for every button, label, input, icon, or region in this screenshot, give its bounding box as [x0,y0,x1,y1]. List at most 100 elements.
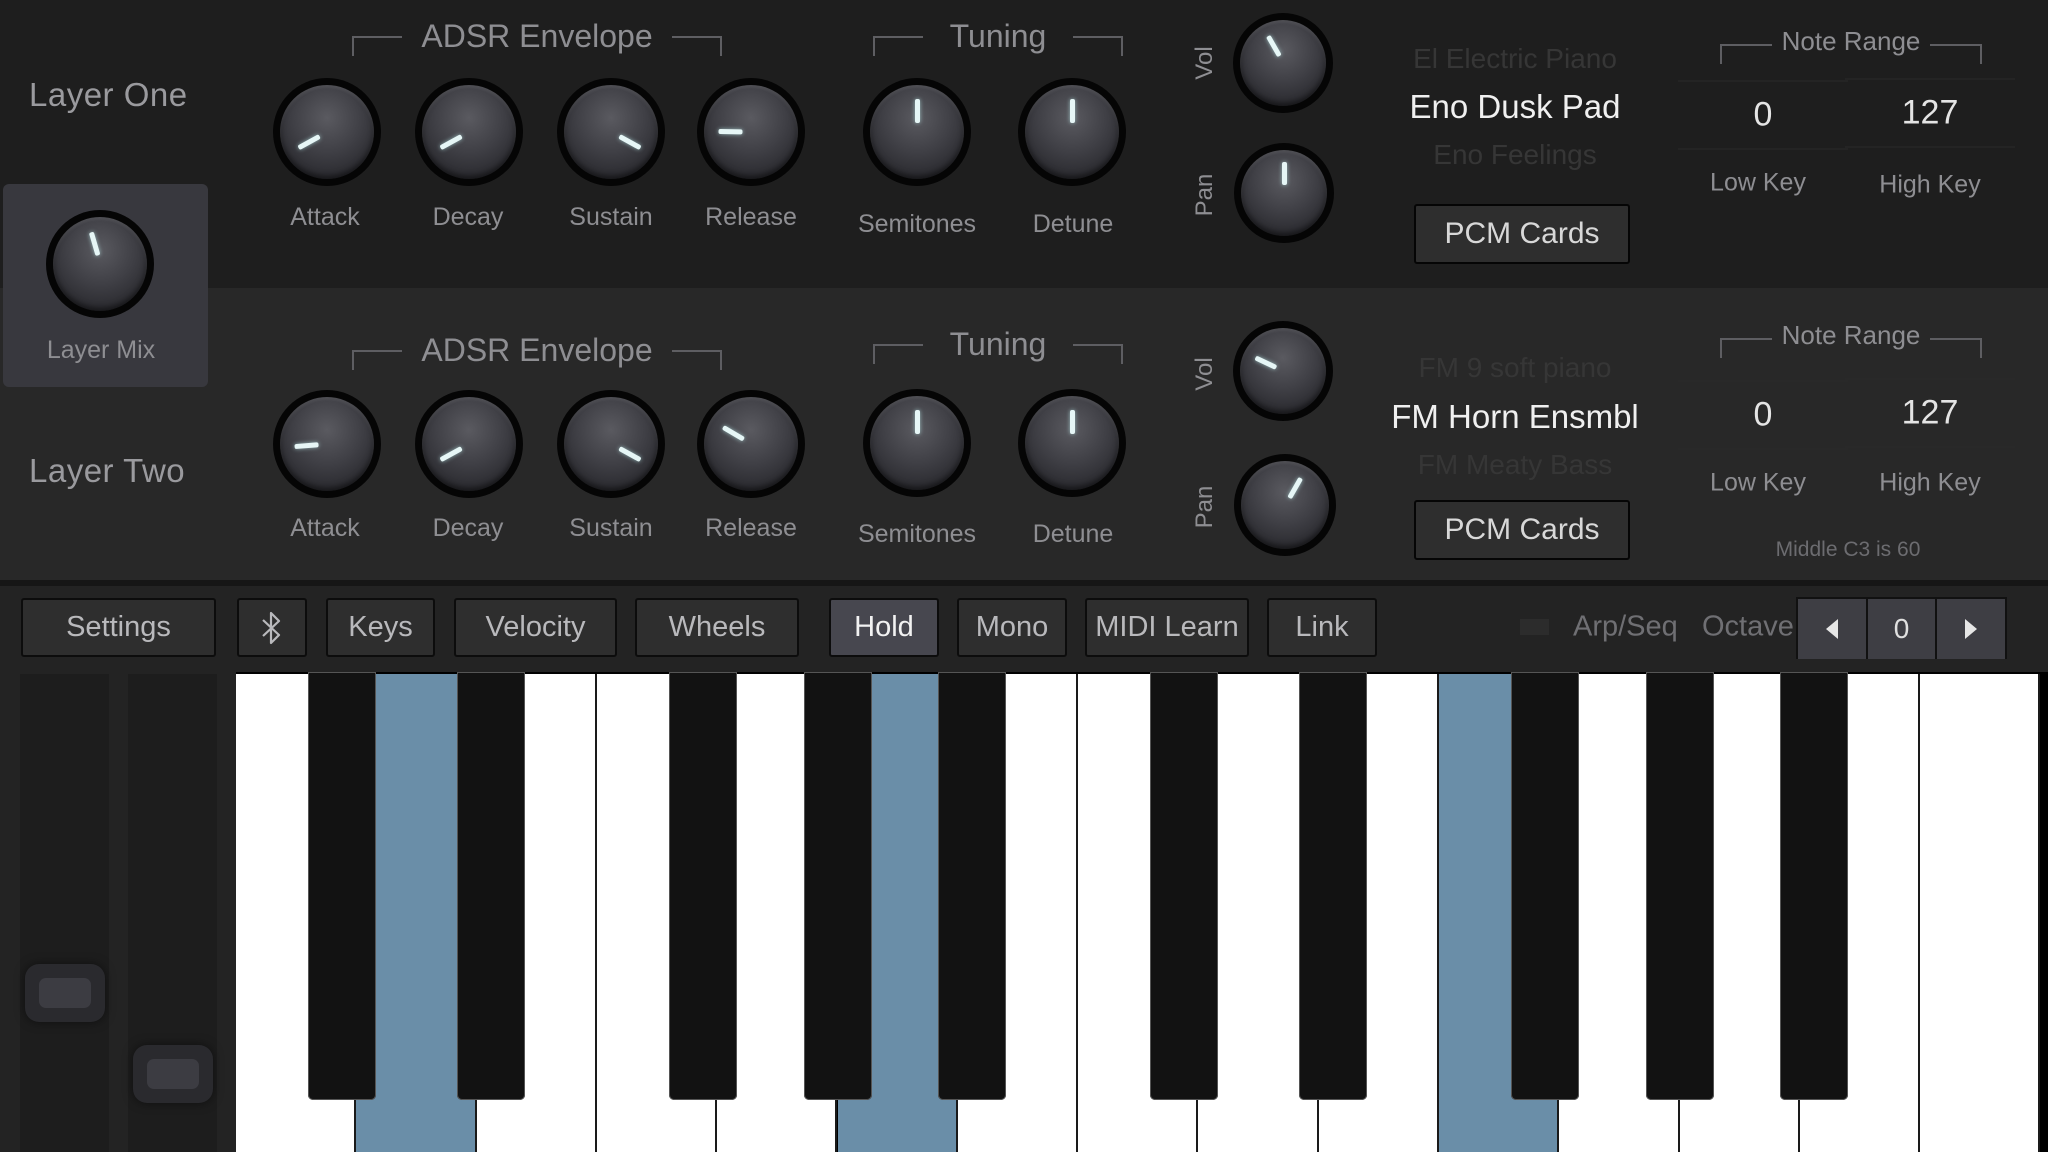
layer-one-release-knob[interactable] [697,78,805,186]
arp-seq-label[interactable]: Arp/Seq [1573,611,1678,644]
layer-one-semitones-knob[interactable] [863,78,971,186]
mod-wheel[interactable] [128,674,217,1152]
layer-two-decay-knob[interactable] [415,390,523,498]
bracket-right [1073,344,1123,364]
triangle-right-icon [1965,619,1977,639]
layer-one-adsr-group: ADSR Envelope [352,18,722,58]
knob-cap [422,397,516,491]
high-key-label: High Key [1879,468,1981,497]
sustain-label: Sustain [569,514,653,542]
white-key-c[interactable] [1920,674,2041,1152]
black-key-a-sharp[interactable] [1779,672,1848,1100]
black-key-d-sharp[interactable] [1298,672,1367,1100]
attack-label: Attack [290,514,360,542]
layer-two-detune-knob[interactable] [1018,389,1126,497]
release-label: Release [705,514,797,542]
attack-label: Attack [290,203,360,231]
layer-one-pcm-cards-button[interactable]: PCM Cards [1414,204,1630,264]
layer-one-decay-knob[interactable] [415,78,523,186]
layer-two-release-knob[interactable] [697,390,805,498]
layer-two-pcm-cards-button[interactable]: PCM Cards [1414,500,1630,560]
layer-two-adsr-group: ADSR Envelope [352,332,722,372]
layer-two-preset-picker[interactable]: FM 9 soft piano FM Horn Ensmbl FM Meaty … [1385,300,1645,500]
layer-mix-label: Layer Mix [46,336,156,364]
black-key-g-sharp[interactable] [803,672,872,1100]
octave-up-button[interactable] [1937,599,2005,659]
layer-two-attack-knob[interactable] [273,390,381,498]
black-key-d-sharp[interactable] [456,672,525,1100]
black-key-a-sharp[interactable] [937,672,1006,1100]
layer-one-tuning-group: Tuning [873,18,1123,58]
semitones-label: Semitones [857,520,977,548]
knob-cap [564,85,658,179]
knob-cap [1240,20,1326,106]
layer-two-high-key-value[interactable]: 127 [1845,378,2015,448]
high-key-label: High Key [1879,170,1981,199]
layer-two-tuning-group: Tuning [873,326,1123,366]
vol-label: Vol [1191,357,1218,391]
pitch-wheel[interactable] [20,674,109,1152]
pitch-wheel-handle[interactable] [25,963,105,1022]
layer-two-vol-knob[interactable] [1233,321,1333,421]
hold-button[interactable]: Hold [829,598,939,657]
knob-cap [1241,461,1329,549]
midi-learn-button[interactable]: MIDI Learn [1085,598,1249,657]
bracket-right [1930,44,1982,64]
preset-option[interactable]: FM Meaty Bass [1385,449,1645,481]
layer-two-pan-knob[interactable] [1234,454,1336,556]
black-key-c-sharp[interactable] [308,672,377,1100]
layer-one-vol-knob[interactable] [1233,13,1333,113]
mono-button[interactable]: Mono [957,598,1067,657]
bracket-right [1930,338,1982,358]
piano-keyboard [236,672,2048,1152]
layer-one-note-range-group: Note Range [1720,26,1982,66]
triangle-left-icon [1826,619,1838,639]
layer-one-attack-knob[interactable] [273,78,381,186]
decay-label: Decay [432,514,504,542]
black-key-f-sharp[interactable] [1511,672,1580,1100]
low-key-label: Low Key [1710,468,1806,497]
layer-one-detune-knob[interactable] [1018,78,1126,186]
layer-one-high-key-value[interactable]: 127 [1845,78,2015,148]
bracket-right [672,36,722,56]
adsr-title: ADSR Envelope [421,18,653,54]
detune-label: Detune [1032,210,1114,238]
black-key-g-sharp[interactable] [1645,672,1714,1100]
wheels-button[interactable]: Wheels [635,598,799,657]
layer-two-semitones-knob[interactable] [863,389,971,497]
preset-selected[interactable]: Eno Dusk Pad [1385,88,1645,126]
preset-option[interactable]: Eno Feelings [1385,139,1645,171]
octave-down-button[interactable] [1798,599,1866,659]
bracket-right [1073,36,1123,56]
pan-label: Pan [1191,485,1218,529]
layer-two-sustain-knob[interactable] [557,390,665,498]
layer-one-pan-knob[interactable] [1234,143,1334,243]
semitones-label: Semitones [857,210,977,238]
link-button[interactable]: Link [1267,598,1377,657]
octave-stepper: 0 [1796,597,2007,659]
black-key-f-sharp[interactable] [669,672,738,1100]
velocity-button[interactable]: Velocity [454,598,617,657]
preset-option[interactable]: El Electric Piano [1385,43,1645,75]
knob-cap [280,85,374,179]
layer-two-low-key-value[interactable]: 0 [1678,380,1848,450]
layer-one-sustain-knob[interactable] [557,78,665,186]
layer-mix-knob[interactable] [46,210,154,318]
arp-seq-toggle[interactable] [1520,619,1549,635]
black-key-c-sharp[interactable] [1150,672,1219,1100]
preset-option[interactable]: FM 9 soft piano [1385,352,1645,384]
bluetooth-button[interactable] [237,598,307,657]
mod-wheel-handle[interactable] [133,1045,213,1104]
octave-label: Octave [1702,610,1794,643]
layer-one-preset-picker[interactable]: El Electric Piano Eno Dusk Pad Eno Feeli… [1385,0,1645,200]
preset-selected[interactable]: FM Horn Ensmbl [1385,398,1645,436]
layer-one-low-key-value[interactable]: 0 [1678,80,1848,150]
layer-two-note-range-group: Note Range [1720,320,1982,360]
knob-cap [564,397,658,491]
knob-cap [53,217,147,311]
settings-button[interactable]: Settings [21,598,216,657]
low-key-label: Low Key [1710,168,1806,197]
release-label: Release [705,203,797,231]
pan-label: Pan [1191,173,1218,217]
keys-button[interactable]: Keys [326,598,435,657]
